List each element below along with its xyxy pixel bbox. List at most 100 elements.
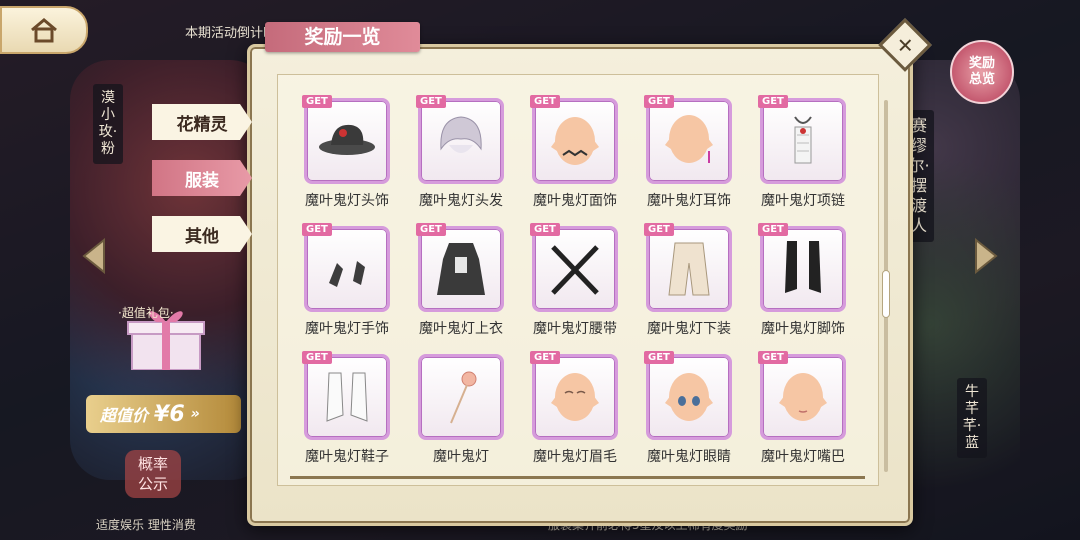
get-badge: GET <box>758 351 788 364</box>
panel-divider <box>290 476 865 479</box>
get-badge: GET <box>758 95 788 108</box>
item-slot: GET <box>302 223 390 312</box>
tab-flower-spirit[interactable]: 花精灵 <box>152 104 252 140</box>
reward-item-mouth[interactable]: GET 魔叶鬼灯嘴巴 <box>748 351 858 474</box>
reward-item-foot-accessory[interactable]: GET 魔叶鬼灯脚饰 <box>748 223 858 346</box>
reward-item-top[interactable]: GET 魔叶鬼灯上衣 <box>406 223 516 346</box>
item-name: 魔叶鬼灯脚饰 <box>761 321 845 337</box>
rewards-overview-label-2: 总览 <box>968 72 995 87</box>
right-character-name-2: 牛芊芊·蓝 <box>957 378 987 458</box>
get-badge: GET <box>530 95 560 108</box>
probability-label-1: 概率 <box>137 455 168 473</box>
reward-item-hand-accessory[interactable]: GET 魔叶鬼灯手饰 <box>292 223 402 346</box>
item-name: 魔叶鬼灯鞋子 <box>305 449 389 465</box>
reward-item-bottom[interactable]: GET 魔叶鬼灯下装 <box>634 223 744 346</box>
item-slot: GET <box>758 95 846 184</box>
bottom-icon <box>668 242 710 296</box>
item-slot: GET <box>644 223 732 312</box>
item-name: 魔叶鬼灯腰带 <box>533 321 617 337</box>
item-name: 魔叶鬼灯下装 <box>647 321 731 337</box>
reward-item-earring[interactable]: GET 魔叶鬼灯耳饰 <box>634 95 744 218</box>
get-badge: GET <box>644 351 674 364</box>
item-slot: GET <box>758 351 846 440</box>
item-slot: GET <box>416 223 504 312</box>
earring-icon <box>665 115 713 163</box>
probability-disclosure-button[interactable]: 概率 公示 <box>125 450 181 498</box>
hair-icon <box>440 116 482 153</box>
item-slot <box>418 354 504 440</box>
rewards-overview-label-1: 奖励 <box>968 56 995 71</box>
get-badge: GET <box>302 223 332 236</box>
item-name: 魔叶鬼灯上衣 <box>419 321 503 337</box>
item-name: 魔叶鬼灯耳饰 <box>647 193 731 209</box>
panel-title: 奖励一览 <box>265 22 420 52</box>
price-value: ¥6 <box>154 401 185 427</box>
mouth-icon <box>779 373 827 421</box>
scrollbar-thumb[interactable] <box>882 270 890 318</box>
reward-item-lantern[interactable]: 魔叶鬼灯 <box>406 354 516 474</box>
item-slot: GET <box>416 95 504 184</box>
tab-label: 其他 <box>185 226 219 247</box>
value-pack-button[interactable]: 超值价 ¥6 » <box>86 395 241 433</box>
item-slot: GET <box>644 95 732 184</box>
home-icon <box>31 18 57 43</box>
reward-item-shoes[interactable]: GET 魔叶鬼灯鞋子 <box>292 351 402 474</box>
chevron-right-icon: » <box>190 406 200 422</box>
get-badge: GET <box>530 351 560 364</box>
item-slot: GET <box>530 351 618 440</box>
item-name: 魔叶鬼灯 <box>433 449 489 465</box>
eyes-icon <box>665 373 713 421</box>
reward-item-face-accessory[interactable]: GET 魔叶鬼灯面饰 <box>520 95 630 218</box>
item-name: 魔叶鬼灯头发 <box>419 193 503 209</box>
shoes-icon <box>326 372 368 422</box>
reward-item-hat[interactable]: GET 魔叶鬼灯头饰 <box>292 95 402 218</box>
item-slot: GET <box>530 223 618 312</box>
item-slot: GET <box>530 95 618 184</box>
get-badge: GET <box>644 95 674 108</box>
reward-item-eyes[interactable]: GET 魔叶鬼灯眼睛 <box>634 351 744 474</box>
item-name: 魔叶鬼灯眉毛 <box>533 449 617 465</box>
item-slot: GET <box>644 351 732 440</box>
belt-icon <box>551 245 599 295</box>
prev-arrow-icon[interactable] <box>80 236 108 276</box>
get-badge: GET <box>530 223 560 236</box>
get-badge: GET <box>302 95 332 108</box>
footer-notice-left: 适度娱乐 理性消费 <box>96 518 196 532</box>
tab-label: 花精灵 <box>176 114 228 135</box>
get-badge: GET <box>416 223 446 236</box>
item-name: 魔叶鬼灯项链 <box>761 193 845 209</box>
necklace-icon <box>794 116 812 164</box>
tab-label: 服装 <box>185 170 219 191</box>
top-icon <box>437 243 485 295</box>
price-prefix: 超值价 <box>100 406 149 425</box>
get-badge: GET <box>416 95 446 108</box>
reward-item-hair[interactable]: GET 魔叶鬼灯头发 <box>406 95 516 218</box>
rewards-overview-button[interactable]: 奖励 总览 <box>950 40 1014 104</box>
item-slot: GET <box>302 351 390 440</box>
item-name: 魔叶鬼灯头饰 <box>305 193 389 209</box>
foot-accessory-icon <box>785 241 821 293</box>
item-slot: GET <box>758 223 846 312</box>
eyebrow-icon <box>551 373 599 421</box>
next-arrow-icon[interactable] <box>972 236 1000 276</box>
get-badge: GET <box>758 223 788 236</box>
item-name: 魔叶鬼灯面饰 <box>533 193 617 209</box>
close-icon: ✕ <box>896 32 914 57</box>
reward-item-necklace[interactable]: GET 魔叶鬼灯项链 <box>748 95 858 218</box>
item-slot: GET <box>302 95 390 184</box>
home-button[interactable] <box>0 6 88 54</box>
tab-other[interactable]: 其他 <box>152 216 252 252</box>
item-name: 魔叶鬼灯嘴巴 <box>761 449 845 465</box>
reward-item-belt[interactable]: GET 魔叶鬼灯腰带 <box>520 223 630 346</box>
item-name: 魔叶鬼灯眼睛 <box>647 449 731 465</box>
probability-label-2: 公示 <box>137 475 168 493</box>
reward-item-eyebrow[interactable]: GET 魔叶鬼灯眉毛 <box>520 351 630 474</box>
face-accessory-icon <box>551 117 599 165</box>
hat-icon <box>319 124 375 155</box>
tab-clothing[interactable]: 服装 <box>152 160 252 196</box>
hand-accessory-icon <box>329 261 365 287</box>
gift-pack-label: ·超值礼包· <box>118 306 174 320</box>
item-name: 魔叶鬼灯手饰 <box>305 321 389 337</box>
get-badge: GET <box>644 223 674 236</box>
lantern-icon <box>450 371 477 424</box>
